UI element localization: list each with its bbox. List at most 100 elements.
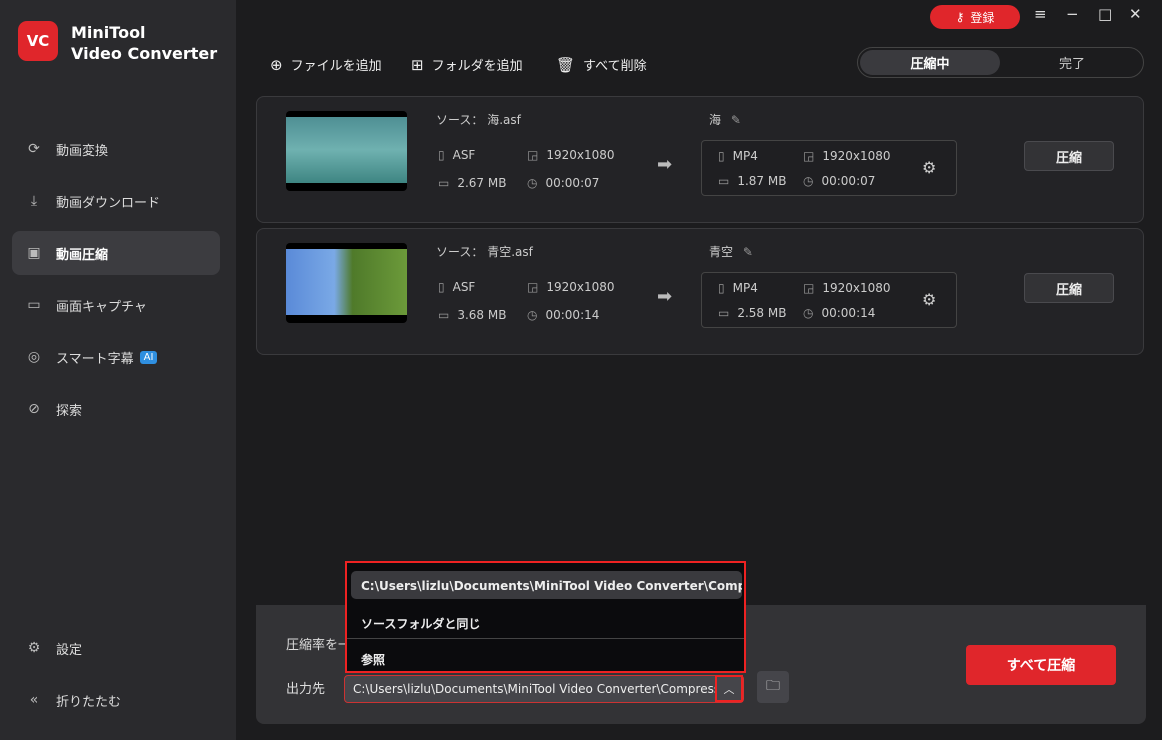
output-format: MP4 [732,281,758,295]
output-path-select[interactable]: C:\Users\lizlu\Documents\MiniTool Video … [344,675,744,703]
collapse-label: 折りたたむ [56,694,122,710]
sidebar-item-explore[interactable]: ⊘ 探索 [12,387,220,431]
folder-icon: ▭ [438,176,450,190]
clock-icon: ◷ [803,174,814,188]
chevron-up-icon[interactable]: ︿ [715,675,743,702]
dropdown-option[interactable]: C:\Users\lizlu\Documents\MiniTool Video … [351,571,742,599]
file-card: ソース： 海.asf ▯ ASF ◲ 1920x1080 ▭ 2.67 MB ◷ 00:… [256,96,1144,223]
resolution-icon: ◲ [527,280,539,294]
file-settings-icon[interactable]: ⚙ [922,290,936,309]
edit-icon[interactable]: ✎ [743,245,753,259]
sidebar-item-compress[interactable]: ▣ 動画圧縮 [12,231,220,275]
collapse-button[interactable]: « 折りたたむ [12,678,220,722]
output-settings[interactable]: ▯ MP4 ◲ 1920x1080 ▭ 2.58 MB ◷ 00:00:14 ⚙ [701,272,957,328]
key-icon: ⚷ [955,10,965,24]
source-duration: 00:00:07 [545,176,600,190]
edit-icon[interactable]: ✎ [731,113,741,127]
source-resolution: 1920x1080 [546,148,615,162]
sidebar-item-label: 画面キャプチャ [56,299,147,315]
subtitle-icon: ◎ [27,349,41,365]
source-size: 2.67 MB [457,176,507,190]
folder-icon: 🗀 [766,678,780,694]
convert-icon: ⟳ [28,141,40,157]
status-tabs: 圧縮中 完了 [857,47,1144,78]
output-duration: 00:00:14 [821,306,876,320]
file-settings-icon[interactable]: ⚙ [922,158,936,177]
menu-button[interactable]: ≡ [1034,5,1047,23]
compress-button[interactable]: 圧縮 [1024,273,1114,303]
open-folder-button[interactable]: 🗀 [757,671,789,703]
folder-icon: ▭ [718,306,730,320]
divider [347,638,744,639]
sidebar-item-label: 動画圧縮 [56,247,109,263]
clock-icon: ◷ [527,308,538,322]
add-folder-label: フォルダを追加 [431,59,523,74]
close-button[interactable]: ✕ [1129,5,1142,23]
clock-icon: ◷ [803,306,814,320]
compress-all-button[interactable]: すべて圧縮 [966,645,1116,685]
source-duration: 00:00:14 [545,308,600,322]
resolution-icon: ◲ [527,148,539,162]
minimize-button[interactable]: − [1066,5,1079,23]
add-folder-button[interactable]: ⊞ フォルダを追加 [411,55,523,75]
source-label: ソース： [436,113,484,127]
source-resolution: 1920x1080 [546,280,615,294]
video-thumbnail[interactable] [286,111,407,191]
settings-button[interactable]: ⚙ 設定 [12,626,220,670]
sidebar-item-download[interactable]: ⤓ 動画ダウンロード [12,179,220,223]
source-filename: 海.asf [487,113,521,127]
tab-compressing[interactable]: 圧縮中 [860,50,1000,75]
folder-icon: ▭ [718,174,730,188]
arrow-right-icon: ➡ [657,286,673,307]
maximize-button[interactable]: □ [1098,5,1112,23]
source-filename: 青空.asf [487,245,533,259]
source-label: ソース： [436,245,484,259]
file-format-icon: ▯ [438,148,445,162]
trash-icon: 🗑 [556,55,576,74]
delete-all-button[interactable]: 🗑 すべて削除 [556,55,647,75]
sidebar-item-subtitle[interactable]: ◎ スマート字幕 AI [12,335,220,379]
compress-icon: ▣ [27,245,41,261]
sidebar-item-label: 動画変換 [56,143,109,159]
ai-badge: AI [139,350,158,364]
sidebar-item-label: スマート字幕 [56,351,134,367]
download-icon: ⤓ [30,193,38,209]
sidebar-item-capture[interactable]: ▭ 画面キャプチャ [12,283,220,327]
add-file-label: ファイルを追加 [290,59,382,74]
settings-label: 設定 [56,642,83,658]
tab-done[interactable]: 完了 [1002,50,1142,75]
arrow-right-icon: ➡ [657,154,673,175]
output-name: 海 [709,113,722,127]
output-settings[interactable]: ▯ MP4 ◲ 1920x1080 ▭ 1.87 MB ◷ 00:00:07 ⚙ [701,140,957,196]
sidebar-item-label: 動画ダウンロード [56,195,161,211]
app-name-line2: Video Converter [71,44,218,63]
sidebar: VC MiniTool Video Converter ⟳ 動画変換 ⤓ 動画ダウンロ… [0,0,236,740]
add-file-button[interactable]: ⊕ ファイルを追加 [270,55,382,75]
camera-icon: ▭ [27,297,41,313]
compress-button[interactable]: 圧縮 [1024,141,1114,171]
output-path-dropdown: C:\Users\lizlu\Documents\MiniTool Video … [345,561,746,673]
register-button[interactable]: ⚷ 登録 [930,5,1020,29]
video-thumbnail[interactable] [286,243,407,323]
source-format: ASF [452,280,476,294]
output-duration: 00:00:07 [821,174,876,188]
app-name: MiniTool Video Converter [71,22,217,64]
dropdown-option[interactable]: 参照 [351,643,742,671]
resolution-icon: ◲ [803,281,815,295]
dropdown-option[interactable]: ソースフォルダと同じ [351,607,742,635]
double-chevron-left-icon: « [29,692,39,708]
compass-icon: ⊘ [28,401,40,417]
output-size: 1.87 MB [737,174,787,188]
source-format: ASF [452,148,476,162]
gear-icon: ⚙ [27,640,41,656]
folder-icon: ▭ [438,308,450,322]
app-logo: VC [18,21,58,61]
file-format-icon: ▯ [438,280,445,294]
file-format-icon: ▯ [718,281,725,295]
clock-icon: ◷ [527,176,538,190]
file-card: ソース： 青空.asf ▯ ASF ◲ 1920x1080 ▭ 3.68 MB ◷ 00… [256,228,1144,355]
file-format-icon: ▯ [718,149,725,163]
register-label: 登録 [970,10,995,25]
sidebar-item-convert[interactable]: ⟳ 動画変換 [12,127,220,171]
folder-plus-icon: ⊞ [411,55,424,74]
